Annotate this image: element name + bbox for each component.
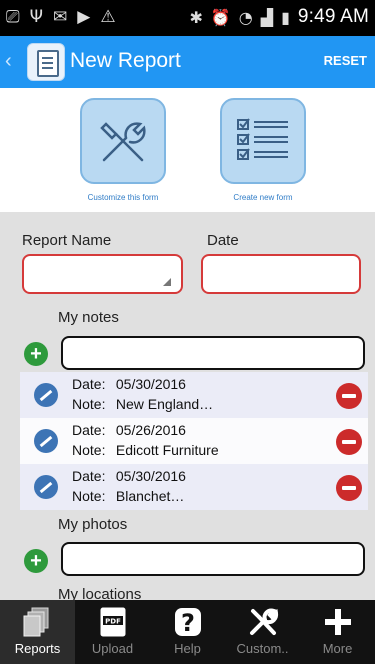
- my-photos-label: My photos: [58, 516, 128, 533]
- list-item[interactable]: Date: 05/26/2016 Note: Edicott Furniture: [20, 418, 368, 464]
- note-date: 05/30/2016: [115, 468, 186, 484]
- back-icon[interactable]: ‹: [5, 50, 12, 73]
- dropdown-corner-icon: [163, 278, 171, 286]
- mail-icon: ✉: [53, 7, 68, 27]
- note-text: Edicott Furniture: [115, 442, 219, 458]
- create-form-button[interactable]: [220, 98, 306, 184]
- edit-note-icon[interactable]: [34, 429, 58, 453]
- list-item[interactable]: Date: 05/30/2016 Note: Blanchet…: [20, 464, 368, 510]
- screen-icon: ⎚: [6, 7, 20, 27]
- tools-icon: [100, 122, 146, 162]
- note-date: 05/26/2016: [115, 422, 186, 438]
- delete-note-icon[interactable]: [336, 475, 362, 501]
- delete-note-icon[interactable]: [336, 383, 362, 409]
- note-text: New England…: [115, 396, 214, 412]
- date-field[interactable]: [201, 254, 361, 294]
- photo-input[interactable]: [61, 542, 365, 576]
- customize-form-label: Customize this form: [87, 193, 159, 202]
- edit-note-icon[interactable]: [34, 475, 58, 499]
- pdf-upload-icon: PDF: [100, 607, 125, 637]
- nav-more-label: More: [322, 641, 353, 656]
- nav-upload-label: Upload: [91, 641, 134, 656]
- battery-icon: ▮: [281, 7, 290, 27]
- create-form-label: Create new form: [233, 193, 293, 202]
- customize-form-button[interactable]: [80, 98, 166, 184]
- alarm-icon: ⏰: [210, 7, 231, 27]
- tools-icon: [249, 608, 278, 635]
- clock: 9:49 AM: [297, 6, 369, 27]
- form-tools-panel: Customize this form Create new form: [0, 88, 375, 212]
- nav-help[interactable]: ? Help: [150, 600, 225, 664]
- list-item[interactable]: Date: 05/30/2016 Note: New England…: [20, 372, 368, 418]
- app-bar: ‹ New Report RESET: [0, 36, 375, 88]
- note-date: 05/30/2016: [115, 376, 186, 392]
- reset-button[interactable]: RESET: [324, 53, 367, 68]
- warning-icon: ⚠: [100, 7, 116, 27]
- report-name-select[interactable]: [22, 254, 183, 294]
- svg-text:PDF: PDF: [105, 618, 121, 626]
- status-icons-left: ⎚ Ψ ✉ ▶ ⚠: [6, 6, 116, 28]
- report-form: Report Name Date My notes + Date: 05/30/…: [0, 212, 375, 603]
- nav-reports[interactable]: Reports: [0, 600, 75, 664]
- plus-icon: [324, 609, 351, 635]
- bluetooth-icon: ✱: [189, 7, 203, 27]
- checklist-icon: [237, 118, 288, 160]
- nav-help-label: Help: [174, 641, 201, 656]
- nav-upload[interactable]: PDF Upload: [75, 600, 150, 664]
- usb-icon: Ψ: [29, 7, 43, 27]
- nav-customize-label: Custom..: [236, 641, 289, 656]
- status-bar: ⎚ Ψ ✉ ▶ ⚠ ✱ ⏰ ◔ ▟ ▮ 9:49 AM: [0, 0, 375, 36]
- reports-icon: [23, 607, 48, 637]
- help-icon: ?: [174, 608, 201, 637]
- nav-reports-label: Reports: [14, 641, 61, 656]
- my-notes-label: My notes: [58, 309, 119, 326]
- video-icon: ▶: [77, 7, 91, 27]
- nav-customize[interactable]: Custom..: [225, 600, 300, 664]
- report-app-icon[interactable]: [27, 43, 65, 81]
- note-input[interactable]: [61, 336, 365, 370]
- notes-list: Date: 05/30/2016 Note: New England… Date…: [20, 372, 368, 510]
- page-title: New Report: [70, 49, 181, 72]
- bottom-nav: Reports PDF Upload ? Help Custom.. More: [0, 600, 375, 664]
- status-icons-right: ✱ ⏰ ◔ ▟ ▮ 9:49 AM: [189, 6, 369, 28]
- edit-note-icon[interactable]: [34, 383, 58, 407]
- add-photo-button[interactable]: +: [24, 549, 48, 573]
- date-label: Date: [207, 232, 239, 249]
- note-text: Blanchet…: [115, 488, 185, 504]
- wifi-icon: ◔: [238, 7, 253, 27]
- svg-text:?: ?: [181, 609, 195, 637]
- nav-more[interactable]: More: [300, 600, 375, 664]
- add-note-button[interactable]: +: [24, 342, 48, 366]
- report-name-label: Report Name: [22, 232, 112, 249]
- signal-icon: ▟: [260, 7, 274, 27]
- delete-note-icon[interactable]: [336, 429, 362, 455]
